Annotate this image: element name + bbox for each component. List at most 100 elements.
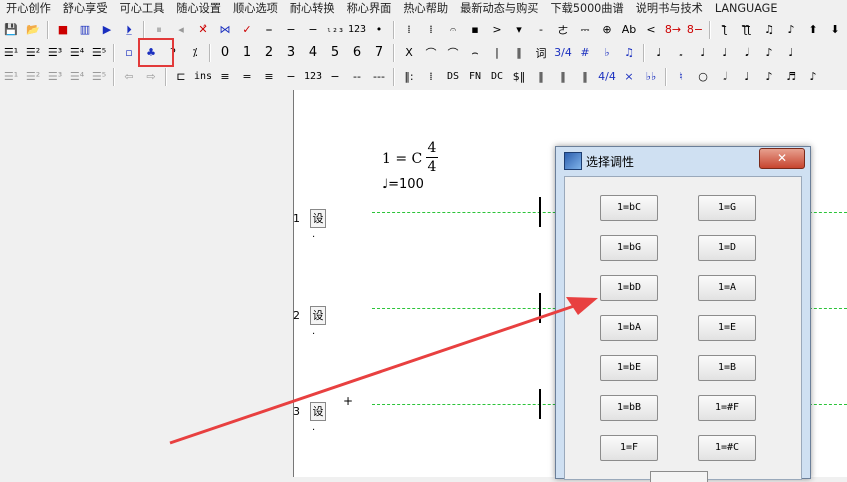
- arc-icon[interactable]: ⌢: [465, 43, 485, 63]
- digit-4[interactable]: 4: [303, 43, 323, 63]
- save-icon[interactable]: 💾: [1, 20, 21, 40]
- pause-icon[interactable]: ⏸: [149, 20, 169, 40]
- key-button[interactable]: 1=E: [698, 315, 756, 341]
- tie-icon[interactable]: ⌒: [443, 43, 463, 63]
- dot-icon[interactable]: •: [369, 20, 389, 40]
- percent-icon[interactable]: ⁒: [185, 43, 205, 63]
- right-arrow-icon[interactable]: ⇨: [141, 67, 161, 87]
- key-button[interactable]: 1=#F: [698, 395, 756, 421]
- sharp-icon[interactable]: #: [575, 43, 595, 63]
- num-small-icon[interactable]: ₗ₂₃: [325, 20, 345, 40]
- menu-item[interactable]: 舒心享受: [57, 0, 114, 17]
- equal2-icon[interactable]: =: [237, 67, 257, 87]
- dbl2-icon[interactable]: ‖: [553, 67, 573, 87]
- double-sharp-icon[interactable]: ×: [619, 67, 639, 87]
- arrow-down-icon[interactable]: ⬇: [825, 20, 845, 40]
- segno-icon[interactable]: $‖: [509, 67, 529, 87]
- tenuto-icon[interactable]: ⎓: [575, 20, 595, 40]
- key-button[interactable]: 1=bC: [600, 195, 658, 221]
- half-rest-icon[interactable]: 𝅗: [671, 43, 691, 63]
- fermata-icon[interactable]: 𝄐: [443, 20, 463, 40]
- quarter2-icon[interactable]: ♩: [693, 43, 713, 63]
- staff1-icon[interactable]: ☰¹: [1, 43, 21, 63]
- menu-item[interactable]: 最新动态与购买: [454, 0, 544, 17]
- key-button[interactable]: 1=bG: [600, 235, 658, 261]
- t3-note-icon[interactable]: ♪: [803, 67, 823, 87]
- menu-item[interactable]: 开心创作: [0, 0, 57, 17]
- menu-item[interactable]: 说明书与技术: [630, 0, 709, 17]
- key-button[interactable]: 1=bD: [600, 275, 658, 301]
- piano-icon[interactable]: ▥: [75, 20, 95, 40]
- slur-icon[interactable]: ⌒: [421, 43, 441, 63]
- key-button[interactable]: 1=bE: [600, 355, 658, 381]
- dash-icon[interactable]: −: [281, 20, 301, 40]
- t3-staff2-icon[interactable]: ☰²: [23, 67, 43, 87]
- quarter3-icon[interactable]: ♩: [715, 43, 735, 63]
- key-button[interactable]: 1=#C: [698, 435, 756, 461]
- arrow-up-icon[interactable]: ⬆: [803, 20, 823, 40]
- repeat-start-icon[interactable]: ‖:: [399, 67, 419, 87]
- key-button[interactable]: 1=B: [698, 355, 756, 381]
- key-button[interactable]: 1=A: [698, 275, 756, 301]
- ins-icon[interactable]: ins: [193, 67, 213, 87]
- t3-staff3-icon[interactable]: ☰³: [45, 67, 65, 87]
- t3-16th-icon[interactable]: ♬: [781, 67, 801, 87]
- quarter-icon[interactable]: ♩: [649, 43, 669, 63]
- digit-6[interactable]: 6: [347, 43, 367, 63]
- grace-icon[interactable]: ƪ: [715, 20, 735, 40]
- beam-icon[interactable]: ♫: [759, 20, 779, 40]
- open-icon[interactable]: 📂: [23, 20, 43, 40]
- note2-icon[interactable]: ♩: [781, 43, 801, 63]
- dash2-icon[interactable]: −: [303, 20, 323, 40]
- repeat-dots-icon[interactable]: ⁞: [421, 67, 441, 87]
- rect-icon[interactable]: ▫: [119, 43, 139, 63]
- minus-icon[interactable]: −: [281, 67, 301, 87]
- menu-item[interactable]: 热心帮助: [397, 0, 454, 17]
- double-bar-icon[interactable]: ‖: [509, 43, 529, 63]
- x-icon[interactable]: X: [399, 43, 419, 63]
- t3-staff4-icon[interactable]: ☰⁴: [67, 67, 87, 87]
- t3-staff5-icon[interactable]: ☰⁵: [89, 67, 109, 87]
- digit-5[interactable]: 5: [325, 43, 345, 63]
- lyrics-icon[interactable]: 词: [531, 43, 551, 63]
- menu-item[interactable]: 顺心选项: [227, 0, 284, 17]
- t3-quarter-icon[interactable]: ♩: [737, 67, 757, 87]
- dbl-icon[interactable]: ‖: [531, 67, 551, 87]
- menu-item[interactable]: 下载5000曲谱: [544, 0, 629, 17]
- mark-x-icon[interactable]: ✕̂: [193, 20, 213, 40]
- play-icon[interactable]: ▶: [97, 20, 117, 40]
- menu-item[interactable]: 耐心转换: [284, 0, 341, 17]
- t3-time-icon[interactable]: 4/4: [597, 67, 617, 87]
- coda-icon[interactable]: ⊕: [597, 20, 617, 40]
- t3-123-icon[interactable]: 123: [303, 67, 323, 87]
- digit-3[interactable]: 3: [281, 43, 301, 63]
- digit-2[interactable]: 2: [259, 43, 279, 63]
- staff2-icon[interactable]: ☰²: [23, 43, 43, 63]
- t3-staff1-icon[interactable]: ☰¹: [1, 67, 21, 87]
- num-123-icon[interactable]: 123: [347, 20, 367, 40]
- dd-icon[interactable]: --: [347, 67, 367, 87]
- equal3-icon[interactable]: ≡: [259, 67, 279, 87]
- accent-icon[interactable]: >: [487, 20, 507, 40]
- menu-item[interactable]: 随心设置: [170, 0, 227, 17]
- bar-icon[interactable]: |: [487, 43, 507, 63]
- close-button[interactable]: ✕: [759, 148, 805, 169]
- ddd-icon[interactable]: ---: [369, 67, 389, 87]
- play-from-icon[interactable]: ⏵̲: [119, 20, 139, 40]
- staff4-icon[interactable]: ☰⁴: [67, 43, 87, 63]
- bracket-icon[interactable]: ⊏: [171, 67, 191, 87]
- grace2-icon[interactable]: ƪƪ: [737, 20, 757, 40]
- digit-7[interactable]: 7: [369, 43, 389, 63]
- ds-icon[interactable]: DS: [443, 67, 463, 87]
- down-tri-icon[interactable]: ▾: [509, 20, 529, 40]
- time-sig-icon[interactable]: 3/4: [553, 43, 573, 63]
- dc-icon[interactable]: DC: [487, 67, 507, 87]
- note-icon[interactable]: 𝅘𝅥: [737, 43, 757, 63]
- octave-down-icon[interactable]: 8−: [685, 20, 705, 40]
- half-icon[interactable]: 𝅗𝅥: [715, 67, 735, 87]
- turn-icon[interactable]: ㄜ: [553, 20, 573, 40]
- key-button[interactable]: 1=F: [600, 435, 658, 461]
- equal1-icon[interactable]: ≡: [215, 67, 235, 87]
- staff3-icon[interactable]: ☰³: [45, 43, 65, 63]
- key-button[interactable]: 1=bA: [600, 315, 658, 341]
